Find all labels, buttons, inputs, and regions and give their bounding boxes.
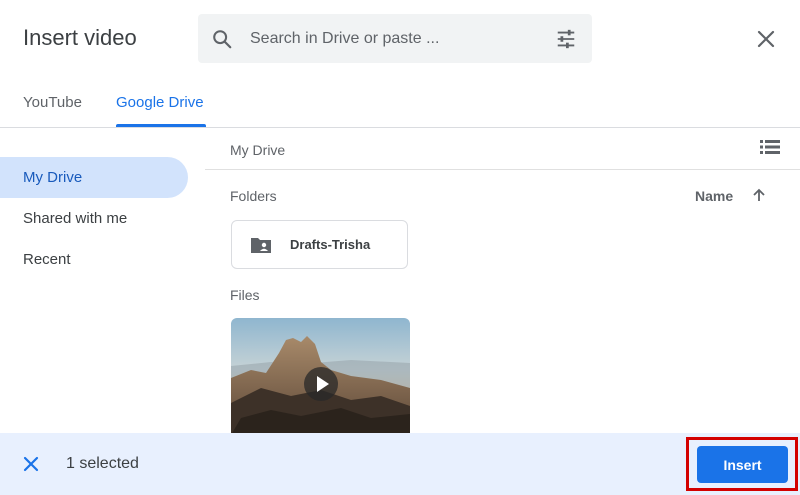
- arrow-up-icon[interactable]: [751, 187, 767, 203]
- search-icon[interactable]: [211, 28, 233, 50]
- tabs-divider: [0, 127, 800, 128]
- content-divider: [205, 169, 800, 170]
- video-thumbnail[interactable]: [231, 318, 410, 435]
- close-icon[interactable]: [21, 454, 41, 474]
- breadcrumb[interactable]: My Drive: [230, 142, 285, 158]
- close-icon[interactable]: [754, 27, 778, 51]
- sidebar-item-recent[interactable]: Recent: [0, 239, 188, 280]
- sidebar-item-label: My Drive: [23, 169, 83, 186]
- sidebar-item-my-drive[interactable]: My Drive: [0, 157, 188, 198]
- folders-heading: Folders: [230, 188, 277, 204]
- dialog-title: Insert video: [23, 25, 137, 50]
- tab-youtube[interactable]: YouTube: [23, 93, 82, 113]
- sidebar-item-shared-with-me[interactable]: Shared with me: [0, 198, 188, 239]
- folder-shared-icon: [251, 238, 271, 253]
- tab-google-drive[interactable]: Google Drive: [116, 93, 204, 113]
- list-view-icon[interactable]: [760, 139, 780, 155]
- folder-item[interactable]: Drafts-Trisha: [231, 220, 408, 269]
- search-input[interactable]: [250, 26, 540, 52]
- insert-button[interactable]: Insert: [697, 446, 788, 483]
- selection-count: 1 selected: [66, 455, 139, 472]
- tune-icon[interactable]: [555, 28, 577, 50]
- files-heading: Files: [230, 287, 260, 303]
- play-icon: [317, 376, 329, 392]
- sort-by-name[interactable]: Name: [695, 188, 733, 204]
- sidebar-item-label: Shared with me: [23, 210, 128, 227]
- play-button[interactable]: [304, 367, 338, 401]
- folder-name: Drafts-Trisha: [290, 237, 371, 252]
- search-box[interactable]: [198, 14, 592, 63]
- sidebar-item-label: Recent: [23, 251, 71, 268]
